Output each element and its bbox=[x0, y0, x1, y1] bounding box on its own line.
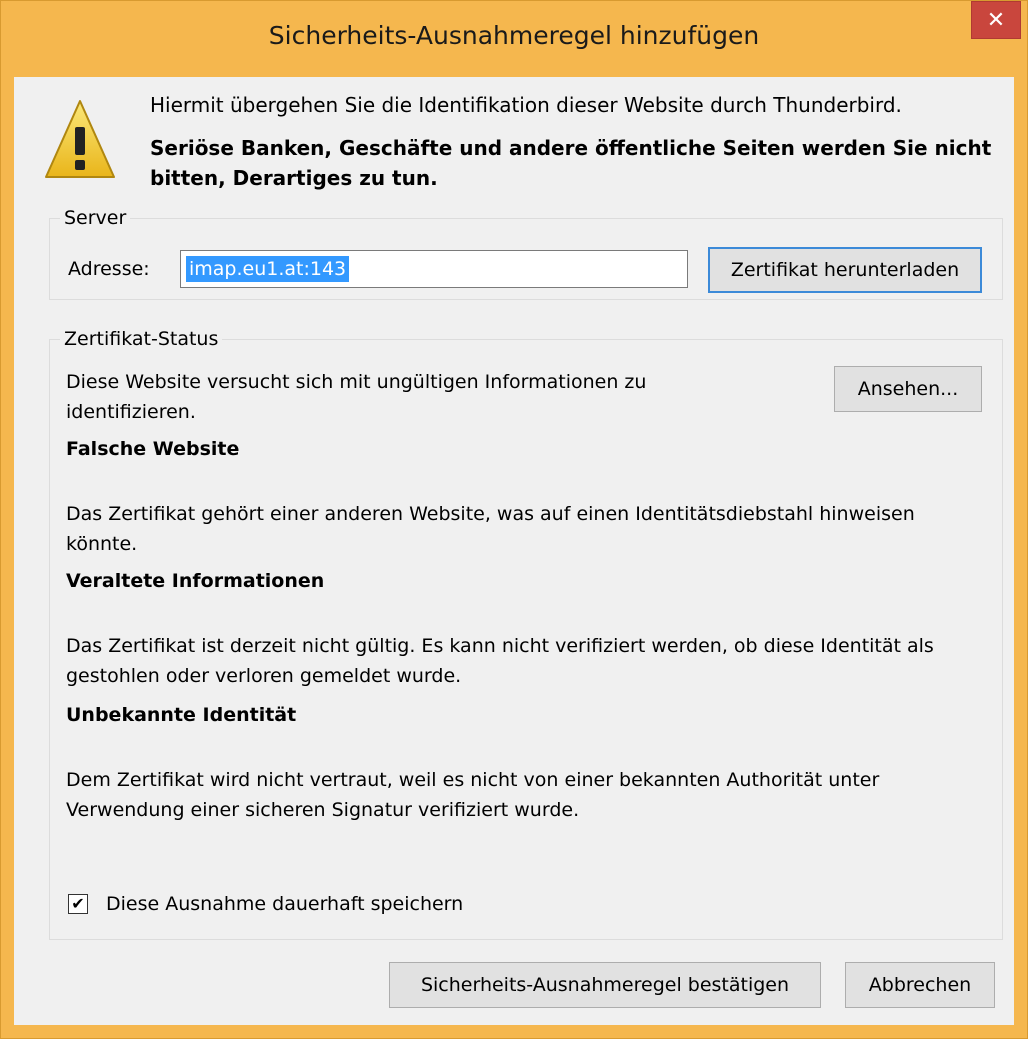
issue-text-unknown-identity: Dem Zertifikat wird nicht vertraut, weil… bbox=[66, 769, 880, 821]
dialog-window: Sicherheits-Ausnahmeregel hinzufügen ✕ H… bbox=[0, 0, 1028, 1039]
issue-heading-unknown-identity: Unbekannte Identität bbox=[66, 704, 297, 726]
server-legend: Server bbox=[60, 207, 131, 229]
address-label: Adresse: bbox=[68, 258, 150, 280]
view-certificate-button[interactable]: Ansehen... bbox=[834, 366, 982, 412]
confirm-exception-button[interactable]: Sicherheits-Ausnahmeregel bestätigen bbox=[389, 962, 821, 1008]
cancel-button[interactable]: Abbrechen bbox=[845, 962, 995, 1008]
status-summary: Diese Website versucht sich mit ungültig… bbox=[66, 371, 647, 423]
warning-icon bbox=[45, 100, 115, 178]
issue-text-outdated: Das Zertifikat ist derzeit nicht gültig.… bbox=[66, 635, 934, 687]
dialog-content: Hiermit übergehen Sie die Identifikation… bbox=[14, 77, 1014, 1025]
download-certificate-button[interactable]: Zertifikat herunterladen bbox=[708, 247, 982, 293]
checkmark-icon: ✔ bbox=[71, 894, 85, 913]
address-value: imap.eu1.at:143 bbox=[186, 256, 350, 282]
address-input[interactable]: imap.eu1.at:143 bbox=[180, 250, 688, 288]
permanent-exception-label[interactable]: Diese Ausnahme dauerhaft speichern bbox=[106, 889, 463, 919]
issue-text-wrong-site: Das Zertifikat gehört einer anderen Webs… bbox=[66, 503, 915, 555]
dialog-title: Sicherheits-Ausnahmeregel hinzufügen bbox=[268, 21, 760, 50]
intro-warning: Seriöse Banken, Geschäfte und andere öff… bbox=[150, 136, 992, 190]
title-bar[interactable]: Sicherheits-Ausnahmeregel hinzufügen ✕ bbox=[1, 1, 1027, 77]
status-legend: Zertifikat-Status bbox=[60, 328, 223, 350]
intro-text: Hiermit übergehen Sie die Identifikation… bbox=[150, 93, 902, 117]
issue-heading-outdated: Veraltete Informationen bbox=[66, 570, 325, 592]
permanent-exception-checkbox[interactable]: ✔ bbox=[68, 894, 88, 914]
close-button[interactable]: ✕ bbox=[971, 1, 1021, 39]
issue-heading-wrong-site: Falsche Website bbox=[66, 438, 240, 460]
close-icon: ✕ bbox=[986, 8, 1006, 33]
